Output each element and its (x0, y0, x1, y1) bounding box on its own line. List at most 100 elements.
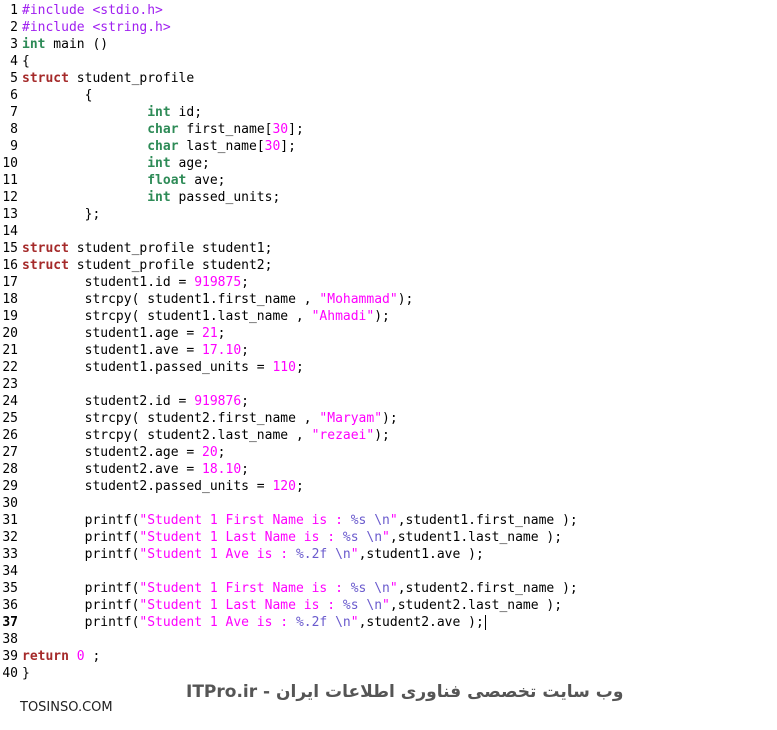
code-line[interactable]: struct student_profile (22, 70, 777, 87)
code-text: ; (295, 479, 304, 494)
code-line[interactable]: int main () (22, 36, 777, 53)
code-line[interactable] (22, 563, 777, 580)
code-line[interactable]: float ave; (22, 172, 777, 189)
code-line[interactable]: return 0 ; (22, 648, 777, 665)
code-text: ; (241, 394, 249, 409)
code-text: ; (217, 445, 226, 460)
line-number: 24 (2, 394, 18, 409)
code-text: ,student2.ave ); (358, 615, 484, 630)
code-line[interactable]: #include <stdio.h> (22, 2, 777, 19)
code-line[interactable]: strcpy( student2.last_name , "rezaei"); (22, 427, 777, 444)
code-text: student1.id = (22, 275, 195, 290)
code-line[interactable]: printf("Student 1 Last Name is : %s \n",… (22, 597, 777, 614)
code-line[interactable] (22, 376, 777, 393)
code-area[interactable]: #include <stdio.h> #include <string.h> int… (22, 2, 777, 682)
line-number: 25 (2, 411, 18, 426)
code-text: last_name[ (178, 139, 265, 154)
code-line[interactable]: char first_name[30]; (22, 121, 777, 138)
code-line[interactable] (22, 631, 777, 648)
line-number: 23 (2, 377, 18, 392)
preprocessor-token: #include <stdio.h> (22, 3, 163, 18)
code-text: ave; (186, 173, 226, 188)
line-number: 22 (2, 360, 18, 375)
code-line[interactable]: { (22, 87, 777, 104)
code-text: ; (241, 275, 249, 290)
code-line[interactable]: student2.ave = 18.10; (22, 461, 777, 478)
format-specifier: %s \n (350, 513, 390, 528)
number-literal: 120 (272, 479, 296, 494)
line-number: 15 (2, 241, 18, 256)
code-line[interactable]: } (22, 665, 777, 682)
code-line[interactable]: #include <string.h> (22, 19, 777, 36)
code-text: strcpy( student2.last_name , (22, 428, 312, 443)
code-line[interactable]: student1.ave = 17.10; (22, 342, 777, 359)
code-text: student1.age = (22, 326, 203, 341)
code-text: ; (84, 649, 101, 664)
code-text: strcpy( student1.last_name , (22, 309, 312, 324)
line-number: 30 (2, 496, 18, 511)
string-literal: "Student 1 Ave is : (139, 547, 296, 562)
code-line[interactable]: student1.age = 21; (22, 325, 777, 342)
number-literal: 0 (76, 649, 85, 664)
code-text: student1.ave = (22, 343, 203, 358)
number-literal: 17.10 (202, 343, 242, 358)
watermark-itpro: ITPro.ir - وب سایت تخصصی فناوری اطلاعات … (186, 682, 624, 702)
code-text: ,student2.first_name ); (397, 581, 578, 596)
code-text: }; (22, 207, 101, 222)
code-line[interactable]: printf("Student 1 First Name is : %s \n"… (22, 580, 777, 597)
code-text: passed_units; (170, 190, 281, 205)
code-line[interactable]: int id; (22, 104, 777, 121)
string-literal: "Student 1 Ave is : (139, 615, 296, 630)
code-line[interactable]: int passed_units; (22, 189, 777, 206)
line-number: 20 (2, 326, 18, 341)
code-line[interactable]: char last_name[30]; (22, 138, 777, 155)
line-number: 21 (2, 343, 18, 358)
type-token: float (147, 173, 187, 188)
line-number: 6 (10, 88, 18, 103)
line-number: 11 (2, 173, 18, 188)
code-line[interactable]: int age; (22, 155, 777, 172)
line-number: 33 (2, 547, 18, 562)
code-line[interactable]: printf("Student 1 Ave is : %.2f \n",stud… (22, 546, 777, 563)
code-line[interactable]: strcpy( student1.last_name , "Ahmadi"); (22, 308, 777, 325)
string-literal: "Student 1 Last Name is : (139, 598, 343, 613)
code-line[interactable] (22, 495, 777, 512)
code-line[interactable]: }; (22, 206, 777, 223)
code-line[interactable]: student2.age = 20; (22, 444, 777, 461)
code-text: id; (170, 105, 203, 120)
string-literal: "Student 1 First Name is : (139, 581, 351, 596)
code-line[interactable]: printf("Student 1 Ave is : %.2f \n",stud… (22, 614, 777, 631)
string-literal: "Maryam" (319, 411, 383, 426)
code-line[interactable]: struct student_profile student2; (22, 257, 777, 274)
code-text: student_profile (68, 71, 195, 86)
code-text: printf( (22, 530, 140, 545)
type-token: int (147, 105, 171, 120)
code-text: printf( (22, 547, 140, 562)
code-line[interactable]: strcpy( student2.first_name , "Maryam"); (22, 410, 777, 427)
code-line[interactable]: student2.passed_units = 120; (22, 478, 777, 495)
code-line[interactable]: { (22, 53, 777, 70)
code-line[interactable]: student1.passed_units = 110; (22, 359, 777, 376)
code-editor[interactable]: 1 2 3 4 5 6 7 8 9 10 11 12 13 14 15 16 17 18 19 20 21 22 23 24 2… (0, 0, 777, 690)
string-literal: " (389, 581, 398, 596)
line-number: 18 (2, 292, 18, 307)
string-literal: " (350, 615, 359, 630)
line-number: 40 (2, 666, 18, 681)
code-line[interactable]: struct student_profile student1; (22, 240, 777, 257)
line-number: 26 (2, 428, 18, 443)
code-text: ; (217, 326, 226, 341)
type-token: char (147, 122, 179, 137)
number-literal: 919876 (194, 394, 242, 409)
code-line[interactable]: student2.id = 919876; (22, 393, 777, 410)
line-number: 39 (2, 649, 18, 664)
code-text: strcpy( student2.first_name , (22, 411, 320, 426)
code-line[interactable]: student1.id = 919875; (22, 274, 777, 291)
code-line[interactable]: printf("Student 1 Last Name is : %s \n",… (22, 529, 777, 546)
line-number: 10 (2, 156, 18, 171)
code-line[interactable]: printf("Student 1 First Name is : %s \n"… (22, 512, 777, 529)
code-line[interactable] (22, 223, 777, 240)
code-line[interactable]: strcpy( student1.first_name , "Mohammad"… (22, 291, 777, 308)
